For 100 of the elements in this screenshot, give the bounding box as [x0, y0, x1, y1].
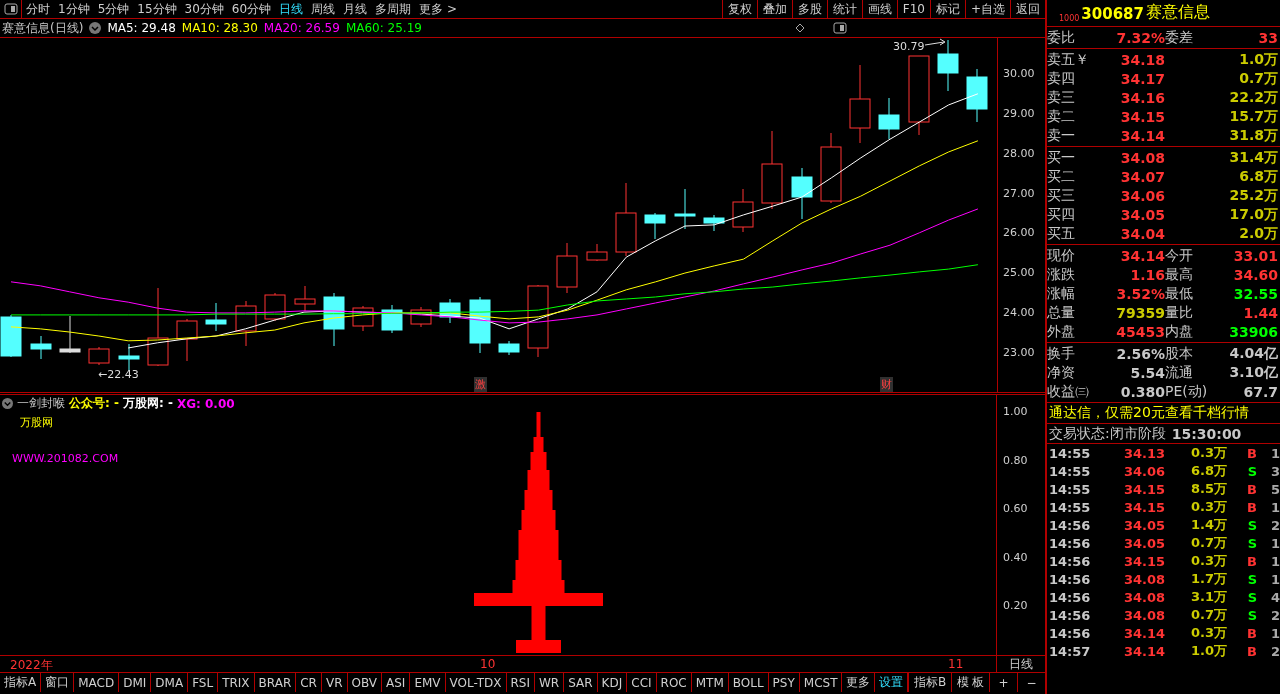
indicator-tab[interactable]: ASI [382, 673, 411, 692]
candlestick [966, 68, 988, 123]
order-volume: 25.2万 [1228, 186, 1278, 205]
period-tab[interactable]: 分时 [22, 0, 54, 18]
toolbar-button[interactable]: 复权 [721, 0, 757, 18]
trade-price: 34.13 [1122, 445, 1165, 461]
trade-side: B [1246, 625, 1257, 641]
indicator-tab[interactable]: 更多 [842, 673, 876, 692]
panel-toggle-icon[interactable] [833, 22, 847, 34]
toolbar-button[interactable]: 统计 [826, 0, 862, 18]
period-tab[interactable]: 月线 [339, 0, 372, 18]
event-marker[interactable]: 激 [474, 377, 487, 392]
quote-label: 净资 [1047, 363, 1076, 382]
period-tab[interactable]: 多周期 [371, 0, 416, 18]
trade-price: 34.08 [1122, 571, 1165, 587]
period-tab[interactable]: 日线 [275, 0, 308, 18]
quote-label: PE(动) [1165, 382, 1209, 401]
order-volume: 2.0万 [1238, 224, 1278, 243]
order-volume: 17.0万 [1228, 205, 1278, 224]
indicator-tab[interactable]: WR [535, 673, 565, 692]
indicator-tab[interactable]: BOLL [728, 673, 769, 692]
indicator-value: 公众号: - [69, 395, 119, 412]
toolbar-button[interactable]: +自选 [964, 0, 1010, 18]
order-price: 34.16 [1119, 89, 1165, 106]
indicator-tab[interactable]: MCST [799, 673, 843, 692]
toolbar-button[interactable]: 画线 [861, 0, 897, 18]
date-label: 2022年 [10, 657, 53, 674]
panel-button[interactable]: 指标B [908, 673, 951, 692]
indicator-tab[interactable]: RSI [506, 673, 535, 692]
indicator-tab[interactable]: PSY [768, 673, 800, 692]
indicator-tab[interactable]: VR [321, 673, 348, 692]
panel-button[interactable]: + [989, 673, 1017, 692]
panel-toggle-icon[interactable] [3, 3, 18, 15]
trade-price: 34.14 [1122, 643, 1165, 659]
candlestick [586, 243, 608, 262]
dropdown-icon[interactable] [89, 22, 102, 34]
order-price: 34.14 [1119, 127, 1165, 144]
indicator-tab[interactable]: OBV [347, 673, 383, 692]
price-tick: 30.00 [1003, 67, 1035, 81]
toolbar-button[interactable]: 叠加 [756, 0, 792, 18]
indicator-tab[interactable]: EMV [410, 673, 446, 692]
indicator-tab[interactable]: BRAR [254, 673, 297, 692]
panel-button[interactable]: − [1017, 673, 1045, 692]
trade-count: 1 [1269, 553, 1280, 569]
indicator-tab[interactable]: CR [296, 673, 322, 692]
indicator-tab[interactable]: ROC [656, 673, 692, 692]
indicator-tab[interactable]: KDJ [597, 673, 628, 692]
toolbar-button[interactable]: 返回 [1010, 0, 1045, 18]
indicator-tab[interactable]: 设置 [875, 673, 909, 692]
trade-count: 1 [1269, 535, 1280, 551]
event-marker[interactable]: 财 [880, 377, 893, 392]
trading-status: 交易状态:闭市阶段 [1049, 424, 1166, 443]
period-tab[interactable]: 1分钟 [54, 0, 94, 18]
quote-value: 34.14 [1119, 247, 1165, 264]
price-tick: 25.00 [1003, 266, 1035, 280]
period-tab[interactable]: 60分钟 [227, 0, 276, 18]
indicator-tab[interactable]: SAR [564, 673, 598, 692]
quote-label: 涨跌 [1047, 265, 1076, 284]
period-tab[interactable]: 15分钟 [133, 0, 181, 18]
period-tab[interactable]: 30分钟 [180, 0, 228, 18]
indicator-tab[interactable]: TRIX [218, 673, 255, 692]
period-tab[interactable]: 周线 [307, 0, 340, 18]
indicator-tab[interactable]: MACD [74, 673, 120, 692]
indicator-tab[interactable]: FSL [188, 673, 219, 692]
promo-banner[interactable]: 通达信，仅需20元查看千档行情 [1047, 403, 1280, 424]
toolbar-button[interactable]: 多股 [791, 0, 827, 18]
candlestick [118, 343, 140, 372]
indicator-value: XG: 0.00 [176, 396, 235, 411]
trade-time: 14:56 [1049, 571, 1092, 587]
toolbar-button[interactable]: 标记 [929, 0, 965, 18]
candlestick [820, 132, 842, 204]
period-tab[interactable]: 5分钟 [93, 0, 134, 18]
trade-count: 1 [1269, 499, 1280, 515]
trade-side: S [1246, 589, 1257, 605]
quote-value: 33 [1257, 29, 1278, 46]
candlestick [791, 167, 813, 220]
indicator-tab[interactable]: 窗口 [41, 673, 75, 692]
indicator-tick: 1.00 [1003, 405, 1028, 418]
indicator-tab[interactable]: VOL-TDX [445, 673, 507, 692]
candlestick [498, 340, 520, 356]
period-label: 日线 [1008, 656, 1034, 672]
trade-time: 14:56 [1049, 553, 1092, 569]
order-level: 买一 [1047, 148, 1076, 167]
diamond-icon[interactable] [795, 23, 805, 33]
indicator-caption: 万股网 [20, 415, 53, 430]
indicator-tab[interactable]: DMA [151, 673, 189, 692]
price-tick: 27.00 [1003, 186, 1035, 200]
trade-price: 34.14 [1122, 625, 1165, 641]
toolbar-button[interactable]: F10 [896, 0, 930, 18]
indicator-tick: 0.80 [1003, 453, 1028, 467]
trade-price: 34.08 [1122, 607, 1165, 623]
dropdown-icon[interactable] [2, 398, 13, 409]
quote-label: 外盘 [1047, 322, 1076, 341]
indicator-tab[interactable]: DMI [119, 673, 152, 692]
panel-button[interactable]: 模 板 [950, 673, 989, 692]
indicator-tab[interactable]: MTM [691, 673, 729, 692]
indicator-tab[interactable]: 指标A [0, 673, 42, 692]
period-tab[interactable]: 更多 > [415, 0, 461, 18]
indicator-tab[interactable]: CCI [627, 673, 657, 692]
trade-time: 14:56 [1049, 517, 1092, 533]
